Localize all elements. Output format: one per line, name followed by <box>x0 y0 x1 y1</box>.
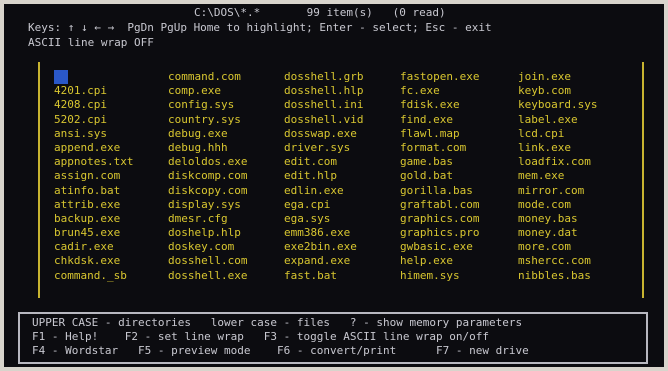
file-item[interactable]: gwbasic.exe <box>400 240 518 254</box>
file-item[interactable]: 4208.cpi <box>54 98 168 112</box>
file-item[interactable]: driver.sys <box>284 141 400 155</box>
file-item[interactable]: keyb.com <box>518 84 638 98</box>
file-item[interactable]: ega.sys <box>284 212 400 226</box>
file-item[interactable]: money.bas <box>518 212 638 226</box>
footer-fkeys-line-1: F1 - Help! F2 - set line wrap F3 - toggl… <box>32 330 489 343</box>
file-item[interactable]: format.com <box>400 141 518 155</box>
file-item[interactable]: loadfix.com <box>518 155 638 169</box>
footer-fkeys-line-2: F4 - Wordstar F5 - preview mode F6 - con… <box>32 344 529 357</box>
file-item[interactable]: command._sb <box>54 269 168 283</box>
file-item[interactable]: fast.bat <box>284 269 400 283</box>
file-item[interactable]: more.com <box>518 240 638 254</box>
file-item[interactable]: cadir.exe <box>54 240 168 254</box>
file-item[interactable]: deloldos.exe <box>168 155 284 169</box>
file-item[interactable]: debug.exe <box>168 127 284 141</box>
file-item[interactable]: dosswap.exe <box>284 127 400 141</box>
file-item[interactable]: dosshell.vid <box>284 113 400 127</box>
file-item[interactable]: dosshell.ini <box>284 98 400 112</box>
file-list-panel: .. command.com dosshell.grb fastopen.exe joi… <box>38 62 644 298</box>
file-item[interactable]: atinfo.bat <box>54 184 168 198</box>
file-item[interactable]: edit.com <box>284 155 400 169</box>
file-item[interactable]: assign.com <box>54 169 168 183</box>
file-item[interactable]: exe2bin.exe <box>284 240 400 254</box>
file-item[interactable]: doshelp.hlp <box>168 226 284 240</box>
file-item[interactable]: dosshell.exe <box>168 269 284 283</box>
file-item[interactable]: fastopen.exe <box>400 70 518 84</box>
file-item[interactable]: gorilla.bas <box>400 184 518 198</box>
file-item[interactable]: nibbles.bas <box>518 269 638 283</box>
path-status-line: C:\DOS\*.* 99 item(s) (0 read) <box>194 6 446 19</box>
file-item[interactable]: ega.cpi <box>284 198 400 212</box>
file-item[interactable]: fc.exe <box>400 84 518 98</box>
file-item[interactable]: 4201.cpi <box>54 84 168 98</box>
file-item[interactable]: expand.exe <box>284 254 400 268</box>
file-item[interactable]: mirror.com <box>518 184 638 198</box>
file-item[interactable]: dosshell.hlp <box>284 84 400 98</box>
file-item[interactable]: country.sys <box>168 113 284 127</box>
file-item[interactable]: game.bas <box>400 155 518 169</box>
file-item[interactable]: edlin.exe <box>284 184 400 198</box>
file-item[interactable]: 5202.cpi <box>54 113 168 127</box>
help-footer: UPPER CASE - directories lower case - fi… <box>18 312 648 364</box>
file-item[interactable]: join.exe <box>518 70 638 84</box>
dos-screen: C:\DOS\*.* 99 item(s) (0 read) Keys: ↑ ↓… <box>4 4 664 367</box>
file-item[interactable]: command.com <box>168 70 284 84</box>
file-item[interactable]: dosshell.com <box>168 254 284 268</box>
file-item-selected[interactable]: .. <box>54 70 68 85</box>
file-item[interactable]: dosshell.grb <box>284 70 400 84</box>
file-item[interactable]: debug.hhh <box>168 141 284 155</box>
file-item[interactable]: append.exe <box>54 141 168 155</box>
file-item[interactable]: edit.hlp <box>284 169 400 183</box>
file-item[interactable]: graftabl.com <box>400 198 518 212</box>
file-item[interactable]: fdisk.exe <box>400 98 518 112</box>
file-item[interactable]: config.sys <box>168 98 284 112</box>
file-item[interactable]: ansi.sys <box>54 127 168 141</box>
file-item[interactable]: himem.sys <box>400 269 518 283</box>
footer-legend-line: UPPER CASE - directories lower case - fi… <box>32 316 523 329</box>
file-item[interactable]: link.exe <box>518 141 638 155</box>
file-item[interactable]: lcd.cpi <box>518 127 638 141</box>
file-item[interactable]: mode.com <box>518 198 638 212</box>
file-item[interactable]: help.exe <box>400 254 518 268</box>
keys-help-line: Keys: ↑ ↓ ← → PgDn PgUp Home to highligh… <box>28 21 492 34</box>
file-item[interactable]: graphics.pro <box>400 226 518 240</box>
file-item[interactable]: diskcopy.com <box>168 184 284 198</box>
file-item[interactable]: chkdsk.exe <box>54 254 168 268</box>
file-item[interactable]: find.exe <box>400 113 518 127</box>
file-item[interactable]: mshercc.com <box>518 254 638 268</box>
file-item[interactable]: gold.bat <box>400 169 518 183</box>
file-item[interactable]: emm386.exe <box>284 226 400 240</box>
file-item[interactable]: keyboard.sys <box>518 98 638 112</box>
file-grid: .. command.com dosshell.grb fastopen.exe joi… <box>54 70 640 283</box>
file-item[interactable]: doskey.com <box>168 240 284 254</box>
file-item[interactable]: appnotes.txt <box>54 155 168 169</box>
file-item[interactable]: graphics.com <box>400 212 518 226</box>
file-item[interactable]: attrib.exe <box>54 198 168 212</box>
file-item[interactable]: brun45.exe <box>54 226 168 240</box>
file-item[interactable]: money.dat <box>518 226 638 240</box>
file-item[interactable]: flawl.map <box>400 127 518 141</box>
file-item[interactable]: diskcomp.com <box>168 169 284 183</box>
file-item[interactable]: dmesr.cfg <box>168 212 284 226</box>
file-item[interactable]: mem.exe <box>518 169 638 183</box>
file-item[interactable]: label.exe <box>518 113 638 127</box>
wrap-status-line: ASCII line wrap OFF <box>28 36 154 49</box>
file-item[interactable]: backup.exe <box>54 212 168 226</box>
file-item[interactable]: comp.exe <box>168 84 284 98</box>
file-item[interactable]: display.sys <box>168 198 284 212</box>
